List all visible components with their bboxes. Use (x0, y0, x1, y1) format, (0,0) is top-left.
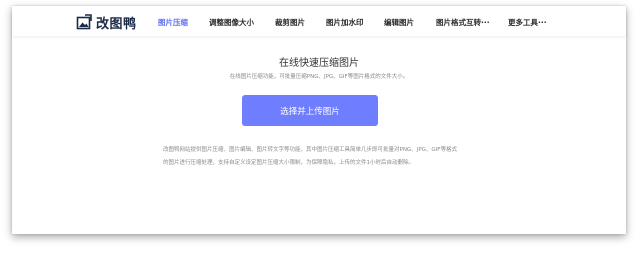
photo-edit-icon (76, 14, 92, 30)
upload-button-label: 选择并上传图片 (280, 106, 340, 117)
browser-window: 改图鸭 图片压缩 调整图像大小 裁剪图片 图片加水印 编辑图片 图片格式互转··… (12, 6, 626, 234)
nav-item-crop-image[interactable]: 裁剪图片 (275, 17, 305, 28)
brand-name: 改图鸭 (96, 16, 137, 32)
top-navbar: 改图鸭 图片压缩 调整图像大小 裁剪图片 图片加水印 编辑图片 图片格式互转··… (12, 6, 626, 36)
nav-item-watermark[interactable]: 图片加水印 (326, 17, 364, 28)
nav-item-resize-image[interactable]: 调整图像大小 (209, 17, 254, 28)
brand-logo[interactable]: 改图鸭 (76, 14, 137, 32)
upload-image-button[interactable]: 选择并上传图片 (242, 95, 378, 126)
description-line-2: 的图片进行压缩处理，支持自定义设定图片压缩大小限制，为保障隐私，上传的文件1小时… (163, 160, 415, 166)
nav-item-more-tools[interactable]: 更多工具··· (508, 17, 547, 28)
nav-item-image-compress[interactable]: 图片压缩 (158, 17, 188, 28)
description-text: 改图鸭网站提供图片压缩、图片编辑、图片转文字等功能，其中图片压缩工具简单几步即可… (163, 144, 463, 170)
nav-item-edit-image[interactable]: 编辑图片 (384, 17, 414, 28)
page-title: 在线快速压缩图片 (279, 58, 359, 69)
description-line-1: 改图鸭网站提供图片压缩、图片编辑、图片转文字等功能，其中图片压缩工具简单几步即可… (163, 147, 457, 153)
page-subtitle: 在线图片压缩功能，可批量压缩PNG、JPG、GIF等图片格式的文件大小。 (229, 74, 409, 80)
nav-item-format-convert[interactable]: 图片格式互转··· (436, 17, 490, 28)
